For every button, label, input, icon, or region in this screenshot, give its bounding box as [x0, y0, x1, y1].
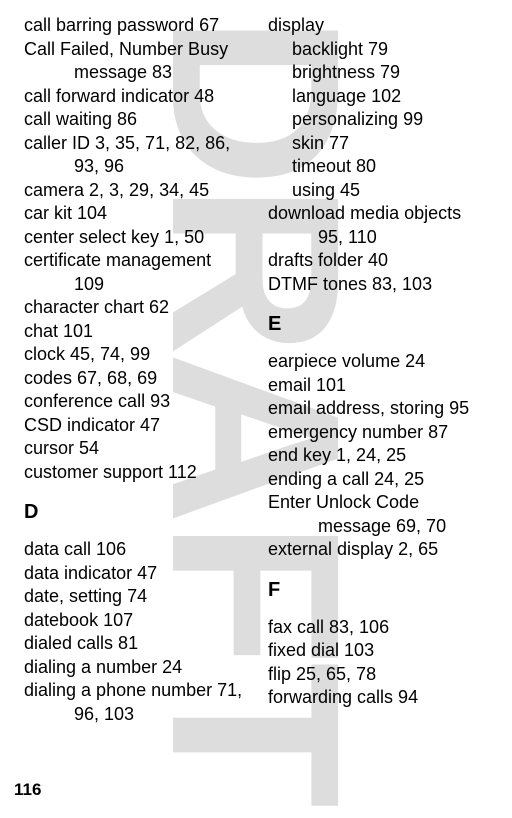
index-entry: skin 77	[268, 132, 494, 156]
index-entry: using 45	[268, 179, 494, 203]
index-entry: message 83	[24, 61, 250, 85]
index-entry: dialing a number 24	[24, 656, 250, 680]
index-content: call barring password 67Call Failed, Num…	[0, 0, 512, 726]
index-entry: character chart 62	[24, 296, 250, 320]
index-entry: fax call 83, 106	[268, 616, 494, 640]
page-number: 116	[14, 780, 41, 800]
right-column: displaybacklight 79brightness 79language…	[268, 14, 494, 726]
index-entry: language 102	[268, 85, 494, 109]
index-entry: date, setting 74	[24, 585, 250, 609]
index-entry: chat 101	[24, 320, 250, 344]
index-entry: dialed calls 81	[24, 632, 250, 656]
index-entry: DTMF tones 83, 103	[268, 273, 494, 297]
index-entry: backlight 79	[268, 38, 494, 62]
index-entry: customer support 112	[24, 461, 250, 485]
index-entry: clock 45, 74, 99	[24, 343, 250, 367]
index-entry: ending a call 24, 25	[268, 468, 494, 492]
index-entry: Enter Unlock Code	[268, 491, 494, 515]
index-entry: cursor 54	[24, 437, 250, 461]
index-entry: center select key 1, 50	[24, 226, 250, 250]
index-entry: 95, 110	[268, 226, 494, 250]
section-e-heading: E	[268, 313, 494, 336]
index-entry: flip 25, 65, 78	[268, 663, 494, 687]
section-f-heading: F	[268, 579, 494, 602]
index-entry: external display 2, 65	[268, 538, 494, 562]
index-entry: datebook 107	[24, 609, 250, 633]
index-entry: data indicator 47	[24, 562, 250, 586]
index-entry: earpiece volume 24	[268, 350, 494, 374]
left-column: call barring password 67Call Failed, Num…	[24, 14, 250, 726]
index-entry: certificate management	[24, 249, 250, 273]
index-entry: call barring password 67	[24, 14, 250, 38]
index-entry: emergency number 87	[268, 421, 494, 445]
index-entry: email address, storing 95	[268, 397, 494, 421]
index-entry: timeout 80	[268, 155, 494, 179]
section-d-heading: D	[24, 501, 250, 524]
index-entry: 109	[24, 273, 250, 297]
index-entry: forwarding calls 94	[268, 686, 494, 710]
index-entry: codes 67, 68, 69	[24, 367, 250, 391]
index-entry: car kit 104	[24, 202, 250, 226]
index-entry: CSD indicator 47	[24, 414, 250, 438]
index-entry: dialing a phone number 71,	[24, 679, 250, 703]
index-entry: message 69, 70	[268, 515, 494, 539]
index-entry: fixed dial 103	[268, 639, 494, 663]
index-entry: data call 106	[24, 538, 250, 562]
index-entry: email 101	[268, 374, 494, 398]
index-entry: brightness 79	[268, 61, 494, 85]
index-entry: display	[268, 14, 494, 38]
index-entry: personalizing 99	[268, 108, 494, 132]
index-entry: Call Failed, Number Busy	[24, 38, 250, 62]
index-entry: download media objects	[268, 202, 494, 226]
index-entry: 96, 103	[24, 703, 250, 727]
index-entry: 93, 96	[24, 155, 250, 179]
index-entry: end key 1, 24, 25	[268, 444, 494, 468]
index-entry: call waiting 86	[24, 108, 250, 132]
index-entry: call forward indicator 48	[24, 85, 250, 109]
index-entry: caller ID 3, 35, 71, 82, 86,	[24, 132, 250, 156]
index-entry: camera 2, 3, 29, 34, 45	[24, 179, 250, 203]
index-entry: drafts folder 40	[268, 249, 494, 273]
index-entry: conference call 93	[24, 390, 250, 414]
